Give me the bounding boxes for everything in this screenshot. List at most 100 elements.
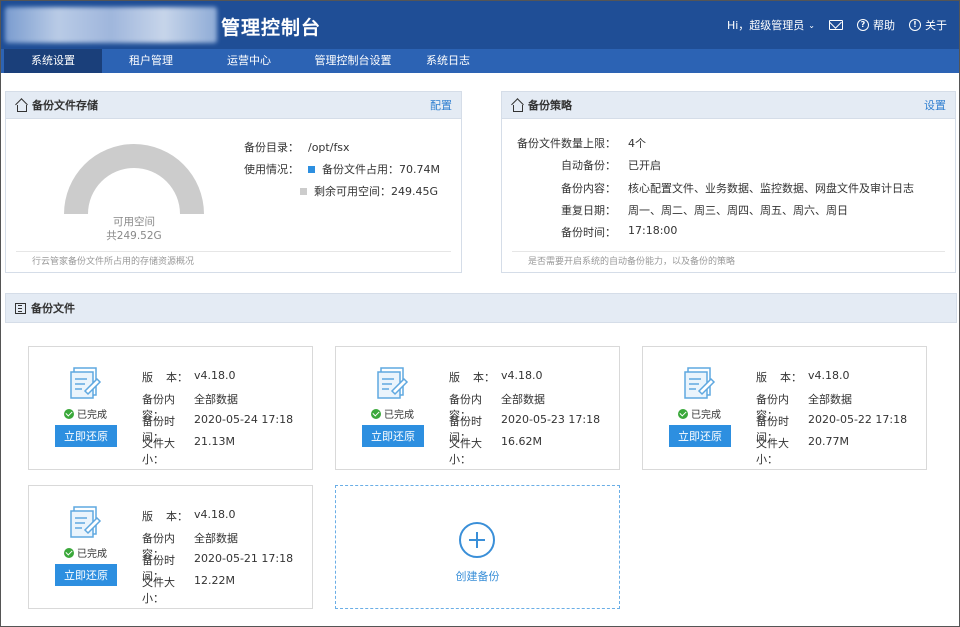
storage-panel-title: 备份文件存储 xyxy=(32,99,98,112)
status-badge: 已完成 xyxy=(64,406,107,421)
size-label: 文件大小： xyxy=(142,576,175,605)
version-row: 版本： v4.18.0 xyxy=(142,508,236,524)
size-row: 文件大小： 21.13M xyxy=(142,435,235,467)
used-label: 备份文件占用： xyxy=(322,163,399,176)
gauge-label: 可用空间 xyxy=(113,216,155,228)
size-label: 文件大小： xyxy=(142,437,175,466)
version-label-a: 版 xyxy=(142,510,153,523)
configure-link[interactable]: 配置 xyxy=(430,97,452,113)
settings-link[interactable]: 设置 xyxy=(924,97,946,113)
size-value: 21.13M xyxy=(194,435,235,448)
help-link[interactable]: ? 帮助 xyxy=(857,17,895,33)
storage-panel-header: 备份文件存储 配置 xyxy=(6,92,461,119)
strategy-panel-title: 备份策略 xyxy=(528,99,572,112)
status-label: 已完成 xyxy=(77,410,107,421)
backup-card: 已完成 立即还原版本： v4.18.0 备份内容： 全部数据 备份时间： 2020-05-2… xyxy=(28,346,313,470)
tab-system-settings[interactable]: 系统设置 xyxy=(4,49,102,73)
backup-files-panel: 备份文件 xyxy=(5,293,957,323)
backup-file-icon xyxy=(69,505,103,539)
status-label: 已完成 xyxy=(384,410,414,421)
strategy-key: 备份内容： xyxy=(561,182,616,195)
free-row: 剩余可用空间： 249.45G xyxy=(300,183,438,199)
free-label: 剩余可用空间： xyxy=(314,185,391,198)
restore-button[interactable]: 立即还原 xyxy=(362,425,424,447)
about-link[interactable]: ! 关于 xyxy=(909,17,947,33)
used-legend-swatch xyxy=(308,165,315,173)
check-icon xyxy=(64,547,74,558)
strategy-row: 备份内容： 核心配置文件、业务数据、监控数据、网盘文件及审计日志 xyxy=(502,180,959,196)
version-row: 版本： v4.18.0 xyxy=(142,369,236,385)
restore-button[interactable]: 立即还原 xyxy=(55,425,117,447)
restore-button[interactable]: 立即还原 xyxy=(669,425,731,447)
strategy-key: 自动备份： xyxy=(561,159,616,172)
size-row: 文件大小： 12.22M xyxy=(142,574,235,606)
version-value: v4.18.0 xyxy=(194,508,236,521)
top-header: 管理控制台 Hi，超级管理员 ⌄ ? 帮助 ! 关于 xyxy=(1,1,959,49)
version-row: 版本： v4.18.0 xyxy=(449,369,543,385)
backup-file-icon xyxy=(69,366,103,400)
strategy-row: 重复日期： 周一、周二、周三、周四、周五、周六、周日 xyxy=(502,202,959,218)
messages-button[interactable] xyxy=(829,20,843,30)
version-label-a: 版 xyxy=(756,371,767,384)
strategy-value: 4个 xyxy=(628,137,646,150)
status-badge: 已完成 xyxy=(678,406,721,421)
version-label-a: 版 xyxy=(449,371,460,384)
strategy-panel: 备份策略 设置 备份文件数量上限： 4个 自动备份： 已开启 备份内容： 核心配… xyxy=(501,91,956,273)
check-icon xyxy=(64,408,74,419)
user-greeting: Hi，超级管理员 xyxy=(726,19,805,32)
user-menu[interactable]: Hi，超级管理员 ⌄ xyxy=(727,17,815,33)
strategy-value: 已开启 xyxy=(628,159,661,172)
version-row: 版本： v4.18.0 xyxy=(756,369,850,385)
header-actions: Hi，超级管理员 ⌄ ? 帮助 ! 关于 xyxy=(727,1,947,49)
status-label: 已完成 xyxy=(77,549,107,560)
size-label: 文件大小： xyxy=(756,437,789,466)
status-badge: 已完成 xyxy=(64,545,107,560)
tab-operations-center[interactable]: 运营中心 xyxy=(200,49,298,73)
strategy-key: 重复日期： xyxy=(561,204,616,217)
strategy-row: 自动备份： 已开启 xyxy=(502,157,959,173)
backup-file-icon xyxy=(683,366,717,400)
version-label-a: 版 xyxy=(142,371,153,384)
gauge-total: 共249.52G xyxy=(106,230,162,242)
backup-dir-row: 备份目录： /opt/fsx xyxy=(244,139,350,155)
version-label-b: 本： xyxy=(166,371,188,384)
free-legend-swatch xyxy=(300,187,307,195)
blurred-logo xyxy=(5,7,217,43)
version-label: 版本： xyxy=(142,508,188,524)
mail-icon xyxy=(829,20,843,30)
backup-file-icon xyxy=(376,366,410,400)
main-nav: 系统设置 租户管理 运营中心 管理控制台设置 系统日志 xyxy=(1,49,959,73)
storage-footer: 行云管家备份文件所占用的存储资源概况 xyxy=(16,251,451,272)
strategy-value: 周一、周二、周三、周四、周五、周六、周日 xyxy=(628,204,848,217)
version-value: v4.18.0 xyxy=(501,369,543,382)
usage-label: 使用情况： xyxy=(244,163,299,176)
size-label: 文件大小： xyxy=(449,437,482,466)
create-backup-card[interactable]: 创建备份 xyxy=(335,485,620,609)
help-label: 帮助 xyxy=(873,19,895,32)
check-icon xyxy=(371,408,381,419)
create-backup-label: 创建备份 xyxy=(455,570,500,583)
tab-system-log[interactable]: 系统日志 xyxy=(408,49,488,73)
chevron-down-icon: ⌄ xyxy=(808,20,815,30)
status-badge: 已完成 xyxy=(371,406,414,421)
version-label: 版本： xyxy=(449,369,495,385)
tab-tenant-management[interactable]: 租户管理 xyxy=(102,49,200,73)
home-icon xyxy=(511,99,523,112)
version-value: v4.18.0 xyxy=(194,369,236,382)
tab-console-settings[interactable]: 管理控制台设置 xyxy=(298,49,408,73)
app-window: 管理控制台 Hi，超级管理员 ⌄ ? 帮助 ! 关于 系统设置 租户管理 运营中… xyxy=(0,0,960,627)
backup-dir-label: 备份目录： xyxy=(244,141,299,154)
used-value: 70.74M xyxy=(399,162,440,176)
size-row: 文件大小： 20.77M xyxy=(756,435,849,467)
help-icon: ? xyxy=(857,19,869,31)
list-icon xyxy=(15,302,26,314)
strategy-key: 备份时间： xyxy=(561,226,616,239)
strategy-value: 核心配置文件、业务数据、监控数据、网盘文件及审计日志 xyxy=(628,182,914,195)
version-value: v4.18.0 xyxy=(808,369,850,382)
restore-button[interactable]: 立即还原 xyxy=(55,564,117,586)
backup-card: 已完成 立即还原版本： v4.18.0 备份内容： 全部数据 备份时间： 2020-05-2… xyxy=(642,346,927,470)
size-value: 16.62M xyxy=(501,435,542,448)
backup-files-header: 备份文件 xyxy=(6,294,956,323)
free-value: 249.45G xyxy=(391,184,439,198)
strategy-value: 17:18:00 xyxy=(628,224,678,237)
